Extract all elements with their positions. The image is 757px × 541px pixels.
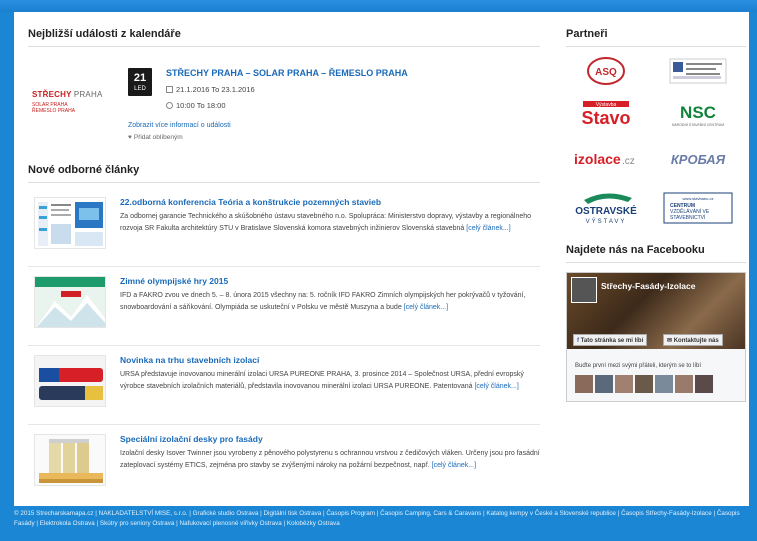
event-time-row: 10:00 To 18:00 xyxy=(166,101,226,110)
article-text: IFD a FAKRO zvou ve dnech 5. – 8. února … xyxy=(120,292,526,311)
article-thumbnail[interactable] xyxy=(34,355,106,407)
partner-asq[interactable]: ASQ xyxy=(570,56,642,86)
read-more-link[interactable]: [celý článek...] xyxy=(466,225,510,232)
article-excerpt: Za odbornej garancie Technického a skúšo… xyxy=(120,211,540,234)
logo-suffix: PRAHA xyxy=(73,90,103,99)
facebook-friends-avatars xyxy=(575,375,713,393)
calendar-event: STŘECHY PRAHA SOLAR PRAHA ŘEMESLO PRAHA 2… xyxy=(28,66,540,144)
facebook-like-button[interactable]: f Tato stránka se mi líbí xyxy=(573,334,648,346)
facebook-f-icon: f xyxy=(577,338,579,344)
read-more-link[interactable]: [celý článek...] xyxy=(404,304,448,311)
ostrava-label: OSTRAVSKÉ xyxy=(575,204,637,217)
centrum-url: www.stavbaeu.cz xyxy=(683,196,714,201)
friend-avatar[interactable] xyxy=(595,375,613,393)
article-separator xyxy=(28,266,540,267)
event-favorite[interactable]: ♥ Přidat oblíbeným xyxy=(128,134,183,141)
nsc-sub: NÁRODNÍ STAVEBNÍ CENTRUM xyxy=(672,123,724,127)
fb-contact-label: Kontaktujte nás xyxy=(673,338,719,344)
top-bar xyxy=(0,0,757,12)
partner-svaz[interactable] xyxy=(662,56,734,86)
friend-avatar[interactable] xyxy=(695,375,713,393)
article-excerpt: Izolační desky Isover Twinner jsou vyrob… xyxy=(120,448,540,471)
partner-nsc[interactable]: NSC NÁRODNÍ STAVEBNÍ CENTRUM xyxy=(662,100,734,130)
article-title[interactable]: Speciální izolační desky pro fasády xyxy=(120,434,263,444)
partner-izolace[interactable]: izolace .cz xyxy=(570,144,642,174)
article-item: 22.odborná konferencia Teória a konštruk… xyxy=(28,197,540,263)
event-time: 10:00 To 18:00 xyxy=(176,101,226,110)
site-footer: © 2015 Strecharskamapa.cz | NAKLADATELST… xyxy=(14,510,740,527)
sidebar: Partneři ASQ Výstavba Stavo NSC NÁRODNÍ ST… xyxy=(566,12,746,506)
partner-kpobaa[interactable]: КРОБАЯ xyxy=(662,144,734,174)
facebook-friends-text: Buďte první mezi svými přáteli, kterým s… xyxy=(575,363,702,369)
partner-centrum[interactable]: www.stavbaeu.cz CENTRUM VZDĚLÁVÁNÍ VE STAVE… xyxy=(662,192,734,224)
asq-label: ASQ xyxy=(595,67,617,78)
event-logo[interactable]: STŘECHY PRAHA SOLAR PRAHA ŘEMESLO PRAHA xyxy=(32,90,110,120)
article-title[interactable]: Zimné olympijské hry 2015 xyxy=(120,276,228,286)
partners-heading: Partneři xyxy=(566,28,746,47)
article-title[interactable]: Novinka na trhu stavebních izolací xyxy=(120,355,259,365)
read-more-link[interactable]: [celý článek...] xyxy=(474,383,518,390)
event-dates: 21.1.2016 To 23.1.2016 xyxy=(176,85,255,94)
page-content: Nejbližší události z kalendáře STŘECHY P… xyxy=(14,12,749,506)
article-thumbnail[interactable] xyxy=(34,276,106,328)
ostrava-sub: VÝSTAVY xyxy=(586,218,627,225)
article-thumbnail[interactable] xyxy=(34,434,106,486)
logo-sub-2: ŘEMESLO PRAHA xyxy=(32,108,76,114)
facebook-heading: Najdete nás na Facebooku xyxy=(566,244,746,263)
friend-avatar[interactable] xyxy=(615,375,633,393)
partner-ostravske-vystavy[interactable]: OSTRAVSKÉ VÝSTAVY xyxy=(570,190,642,226)
article-item: Speciální izolační desky pro fasády Izol… xyxy=(28,434,540,500)
izolace-suffix: .cz xyxy=(622,156,635,167)
article-text: URSA představuje inovovanou minerální iz… xyxy=(120,371,524,390)
heart-icon: ♥ xyxy=(128,134,132,141)
nsc-label: NSC xyxy=(680,103,716,122)
article-text: Izolační desky Isover Twinner jsou vyrob… xyxy=(120,450,540,469)
event-dates-row: 21.1.2016 To 23.1.2016 xyxy=(166,85,255,94)
facebook-page-name[interactable]: Střechy-Fasády-Izolace xyxy=(601,281,695,291)
friend-avatar[interactable] xyxy=(675,375,693,393)
friend-avatar[interactable] xyxy=(635,375,653,393)
event-date-badge: 21 LED xyxy=(128,68,152,96)
message-icon: ✉ xyxy=(667,338,673,344)
divider xyxy=(28,424,540,425)
article-excerpt: IFD a FAKRO zvou ve dnech 5. – 8. února … xyxy=(120,290,540,313)
facebook-cover[interactable]: Střechy-Fasády-Izolace f Tato stránka se… xyxy=(567,273,745,349)
kpobaa-label: КРОБАЯ xyxy=(671,152,726,167)
article-title[interactable]: 22.odborná konferencia Teória a konštruk… xyxy=(120,197,381,207)
facebook-contact-button[interactable]: ✉ Kontaktujte nás xyxy=(663,334,723,346)
logo-text: STŘECHY xyxy=(32,90,72,99)
main-column: Nejbližší události z kalendáře STŘECHY P… xyxy=(28,12,540,506)
stavo-label: Stavo xyxy=(581,108,630,128)
event-month: LED xyxy=(134,86,146,92)
friend-avatar[interactable] xyxy=(575,375,593,393)
article-excerpt: URSA představuje inovovanou minerální iz… xyxy=(120,369,540,392)
friend-avatar[interactable] xyxy=(655,375,673,393)
divider xyxy=(28,266,540,267)
centrum-l3: STAVEBNICTVÍ xyxy=(670,214,706,221)
events-heading: Nejbližší události z kalendáře xyxy=(28,28,540,47)
article-thumbnail[interactable] xyxy=(34,197,106,249)
article-separator xyxy=(28,424,540,425)
articles-heading: Nové odborné články xyxy=(28,164,540,183)
clock-icon xyxy=(166,102,173,109)
article-item: Zimné olympijské hry 2015 IFD a FAKRO zv… xyxy=(28,276,540,342)
facebook-avatar[interactable] xyxy=(571,277,597,303)
favorite-label: Přidat oblíbeným xyxy=(133,134,183,141)
article-item: Novinka na trhu stavebních izolací URSA … xyxy=(28,355,540,421)
event-more-link[interactable]: Zobrazit více informací o události xyxy=(128,122,231,129)
calendar-icon xyxy=(166,86,173,93)
izolace-label: izolace xyxy=(574,151,621,167)
event-day: 21 xyxy=(133,72,147,84)
centrum-l2: VZDĚLÁVÁNÍ VE xyxy=(670,207,710,215)
facebook-widget: Střechy-Fasády-Izolace f Tato stránka se… xyxy=(566,272,746,402)
article-separator xyxy=(28,345,540,346)
partner-stavo[interactable]: Výstavba Stavo xyxy=(570,100,642,130)
event-title[interactable]: STŘECHY PRAHA – SOLAR PRAHA – ŘEMESLO PR… xyxy=(166,68,408,78)
divider xyxy=(28,345,540,346)
read-more-link[interactable]: [celý článek...] xyxy=(432,462,476,469)
fb-like-label: Tato stránka se mi líbí xyxy=(580,338,644,344)
